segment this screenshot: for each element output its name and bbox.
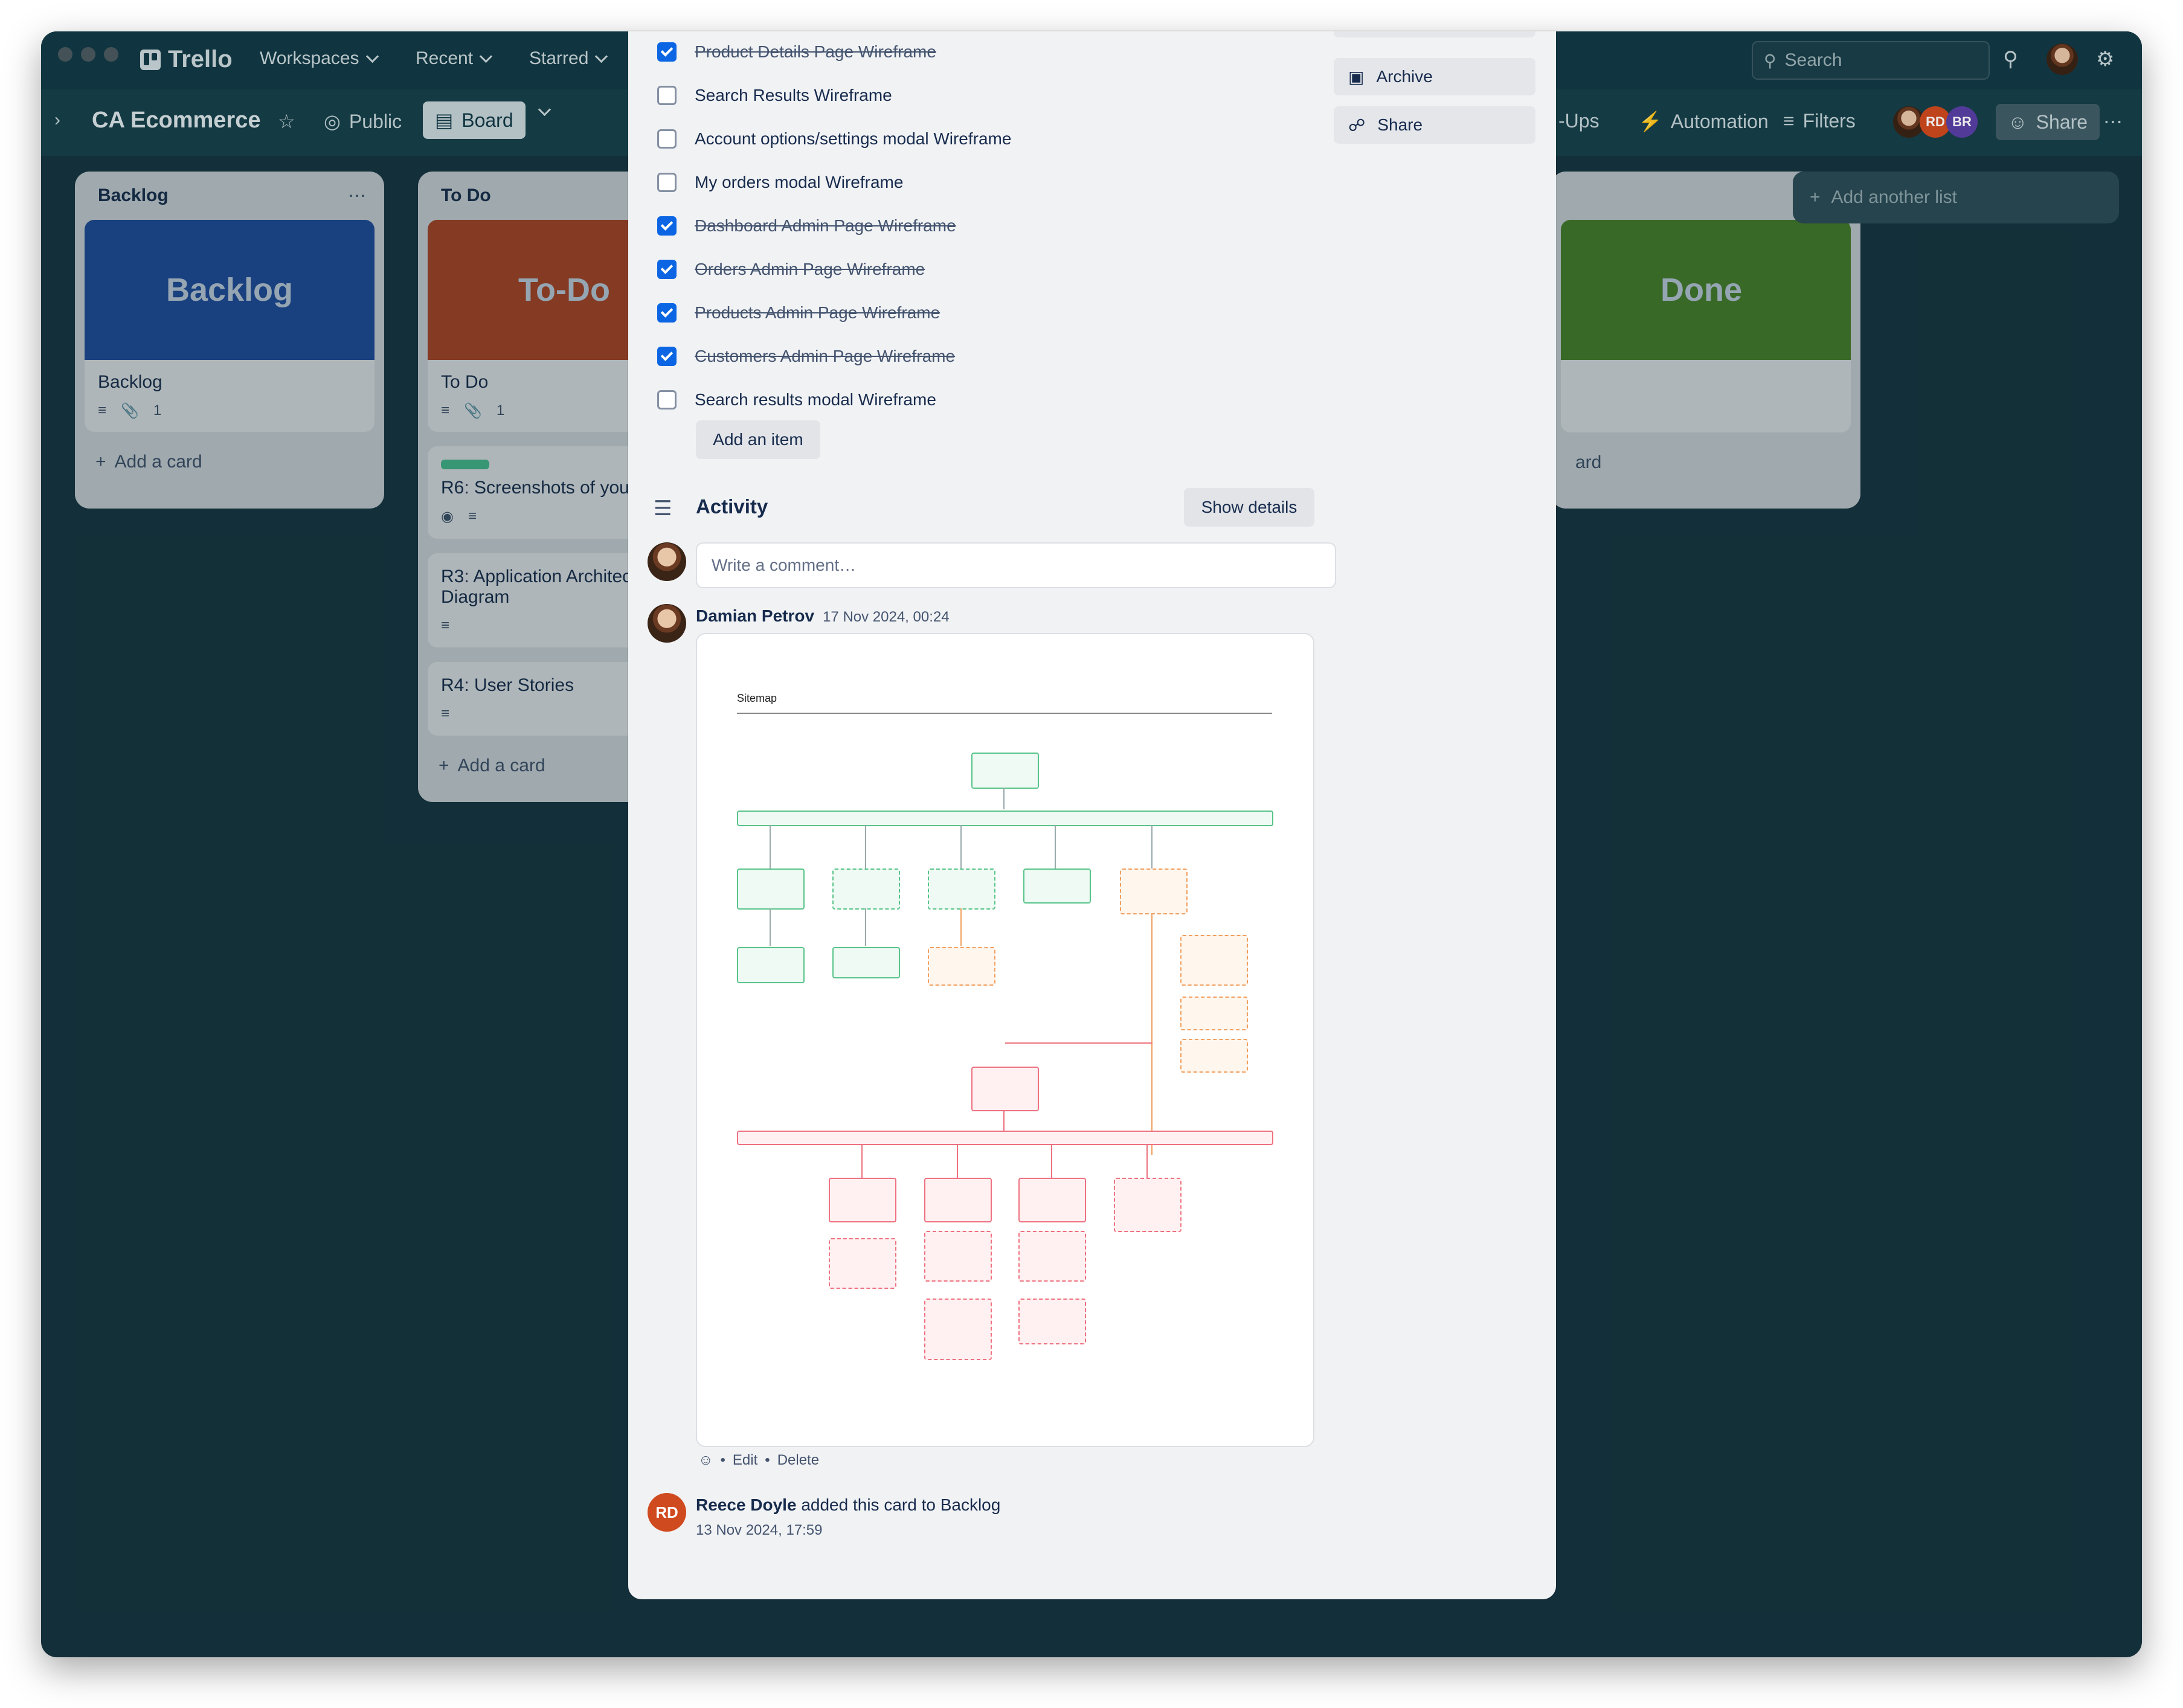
sitemap-node — [1114, 1178, 1182, 1232]
connector — [1146, 1144, 1148, 1178]
comment-header: Damian Petrov 17 Nov 2024, 00:24 — [696, 606, 950, 626]
show-details-button[interactable]: Show details — [1184, 488, 1314, 527]
activity-event: Reece Doyle added this card to Backlog — [696, 1495, 1000, 1515]
connector — [770, 825, 771, 868]
connector — [1005, 1042, 1153, 1044]
delete-comment-link[interactable]: Delete — [777, 1452, 819, 1469]
checklist-item[interactable]: Dashboard Admin Page Wireframe — [657, 207, 956, 245]
sitemap-node — [737, 947, 805, 983]
checkbox[interactable] — [657, 129, 677, 149]
sitemap-node — [1018, 1178, 1086, 1222]
edit-comment-link[interactable]: Edit — [733, 1452, 757, 1469]
sitemap-node — [832, 868, 900, 910]
add-reaction-icon[interactable]: ☺ — [698, 1452, 713, 1469]
connector — [861, 1144, 863, 1178]
comment-actions: ☺ • Edit • Delete — [698, 1452, 820, 1469]
connector — [960, 908, 962, 946]
sitemap-node — [924, 1231, 992, 1282]
connector — [1051, 1144, 1052, 1178]
connector — [865, 825, 866, 868]
sitemap-node — [924, 1178, 992, 1222]
sitemap-node — [1018, 1231, 1086, 1282]
connector — [1003, 1110, 1005, 1131]
checklist-item[interactable]: Products Admin Page Wireframe — [657, 294, 940, 332]
sitemap-admin-nav-bar — [737, 1131, 1273, 1145]
sitemap-rule — [737, 713, 1272, 714]
checkbox[interactable] — [657, 303, 677, 323]
sitemap-node — [928, 868, 995, 910]
connector — [960, 825, 962, 868]
sitemap-node — [832, 947, 900, 978]
sitemap-node — [1023, 868, 1091, 904]
checklist-item[interactable]: My orders modal Wireframe — [657, 163, 903, 202]
connector — [957, 1144, 958, 1178]
event-avatar[interactable]: RD — [648, 1493, 686, 1532]
event-timestamp[interactable]: 13 Nov 2024, 17:59 — [696, 1522, 823, 1539]
commenter-avatar[interactable] — [648, 604, 686, 643]
sitemap-node — [1180, 935, 1248, 986]
checkbox[interactable] — [657, 173, 677, 192]
checkbox[interactable] — [657, 347, 677, 366]
checklist-item[interactable]: Product Details Page Wireframe — [657, 33, 936, 71]
sitemap-node — [829, 1178, 896, 1222]
connector — [1003, 788, 1005, 809]
sitemap-node — [971, 753, 1039, 789]
event-author[interactable]: Reece Doyle — [696, 1495, 797, 1514]
card-detail-modal: Product Details Page Wireframe Search Re… — [628, 31, 1556, 1599]
sitemap-node — [737, 868, 805, 910]
checklist-item[interactable]: Search results modal Wireframe — [657, 380, 936, 419]
connector — [1055, 825, 1056, 868]
checkbox[interactable] — [657, 42, 677, 62]
sitemap-title: Sitemap — [737, 692, 777, 704]
sitemap-node — [1180, 1039, 1248, 1073]
current-user-avatar — [648, 542, 686, 581]
checkbox[interactable] — [657, 390, 677, 409]
sitemap-node — [829, 1238, 896, 1289]
comment-input[interactable]: Write a comment… — [696, 542, 1336, 588]
activity-icon: ☰ — [654, 497, 672, 520]
sitemap-node — [971, 1067, 1039, 1111]
event-text: added this card to Backlog — [801, 1495, 1001, 1514]
share-button[interactable]: ☍ Share — [1334, 106, 1535, 144]
sitemap-node — [924, 1299, 992, 1360]
add-checklist-item-button[interactable]: Add an item — [696, 420, 820, 459]
connector — [1151, 825, 1153, 868]
activity-title: Activity — [696, 495, 768, 518]
checklist-item[interactable]: Account options/settings modal Wireframe — [657, 120, 1011, 158]
checklist-item[interactable]: Search Results Wireframe — [657, 76, 892, 115]
sitemap-node — [928, 947, 995, 986]
comment-author[interactable]: Damian Petrov — [696, 606, 814, 626]
connector — [865, 908, 866, 946]
checkbox[interactable] — [657, 260, 677, 279]
sitemap-node — [1018, 1299, 1086, 1344]
checkbox[interactable] — [657, 86, 677, 105]
sidebar-button-partial[interactable] — [1334, 31, 1535, 37]
connector — [1151, 913, 1153, 1155]
sitemap-node — [1180, 997, 1248, 1030]
comment-timestamp[interactable]: 17 Nov 2024, 00:24 — [823, 609, 950, 626]
archive-button[interactable]: ▣ Archive — [1334, 58, 1535, 95]
sitemap-node — [1120, 868, 1188, 914]
sitemap-nav-bar — [737, 811, 1273, 826]
share-icon: ☍ — [1348, 115, 1366, 135]
connector — [770, 908, 771, 946]
checkbox[interactable] — [657, 216, 677, 236]
comment-image-attachment[interactable]: Sitemap — [696, 633, 1314, 1447]
archive-icon: ▣ — [1348, 67, 1365, 86]
checklist-item[interactable]: Customers Admin Page Wireframe — [657, 337, 955, 376]
checklist-item[interactable]: Orders Admin Page Wireframe — [657, 250, 925, 289]
